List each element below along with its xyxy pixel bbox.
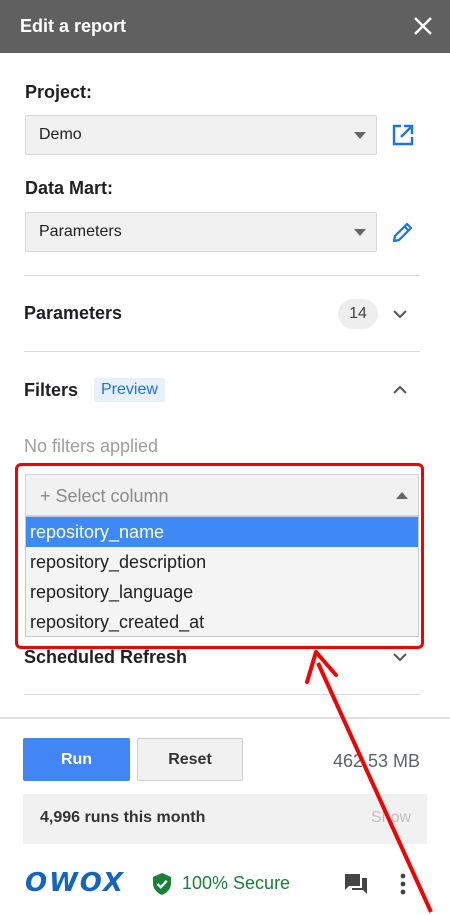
shield-check-icon <box>153 873 171 895</box>
column-option-repository-language[interactable]: repository_language <box>26 577 418 607</box>
chevron-down-icon[interactable] <box>391 305 409 323</box>
parameters-section-title[interactable]: Parameters <box>24 303 122 324</box>
open-external-icon[interactable] <box>390 122 416 148</box>
column-option-repository-name[interactable]: repository_name <box>26 517 418 547</box>
secure-text: 100% Secure <box>182 873 291 893</box>
select-column-placeholder: + Select column <box>40 486 169 506</box>
column-option-repository-created-at[interactable]: repository_created_at <box>26 607 418 637</box>
runs-count-text: 4,996 runs this month <box>40 809 206 826</box>
divider <box>24 275 420 276</box>
owox-logo: OWOX <box>25 868 126 898</box>
select-column-dropdown[interactable]: + Select column <box>25 474 419 516</box>
chevron-up-icon <box>396 492 408 499</box>
parameters-count-badge: 14 <box>338 299 378 329</box>
project-select[interactable]: Demo <box>25 115 377 155</box>
chevron-down-icon <box>354 229 366 236</box>
filters-section-title[interactable]: Filters <box>24 380 78 401</box>
project-label: Project: <box>25 82 93 102</box>
close-icon[interactable] <box>410 13 436 39</box>
panel-header: Edit a report <box>0 0 450 53</box>
column-option-repository-description[interactable]: repository_description <box>26 547 418 577</box>
show-link[interactable]: Show <box>371 809 411 827</box>
chevron-up-icon[interactable] <box>391 381 409 399</box>
runs-info-bar: 4,996 runs this month Show <box>23 794 427 844</box>
edit-pencil-icon[interactable] <box>390 219 416 245</box>
datamart-label: Data Mart: <box>25 178 114 198</box>
no-filters-text: No filters applied <box>24 436 159 456</box>
reset-button[interactable]: Reset <box>137 738 243 781</box>
chevron-down-icon <box>354 132 366 139</box>
run-button[interactable]: Run <box>23 738 130 781</box>
divider <box>24 694 420 695</box>
datamart-select-value: Parameters <box>39 223 122 240</box>
divider <box>24 351 420 352</box>
project-select-value: Demo <box>39 126 82 143</box>
more-vert-icon[interactable] <box>394 872 412 896</box>
scheduled-refresh-title[interactable]: Scheduled Refresh <box>24 647 187 668</box>
data-size-text: 462.53 MB <box>333 751 421 771</box>
datamart-select[interactable]: Parameters <box>25 212 377 252</box>
panel-title: Edit a report <box>20 16 127 36</box>
chevron-down-icon[interactable] <box>391 648 409 666</box>
feedback-chat-icon[interactable] <box>343 872 369 896</box>
column-options-list: repository_name repository_description r… <box>25 516 419 637</box>
footer-divider <box>0 717 450 719</box>
preview-badge: Preview <box>94 378 165 402</box>
